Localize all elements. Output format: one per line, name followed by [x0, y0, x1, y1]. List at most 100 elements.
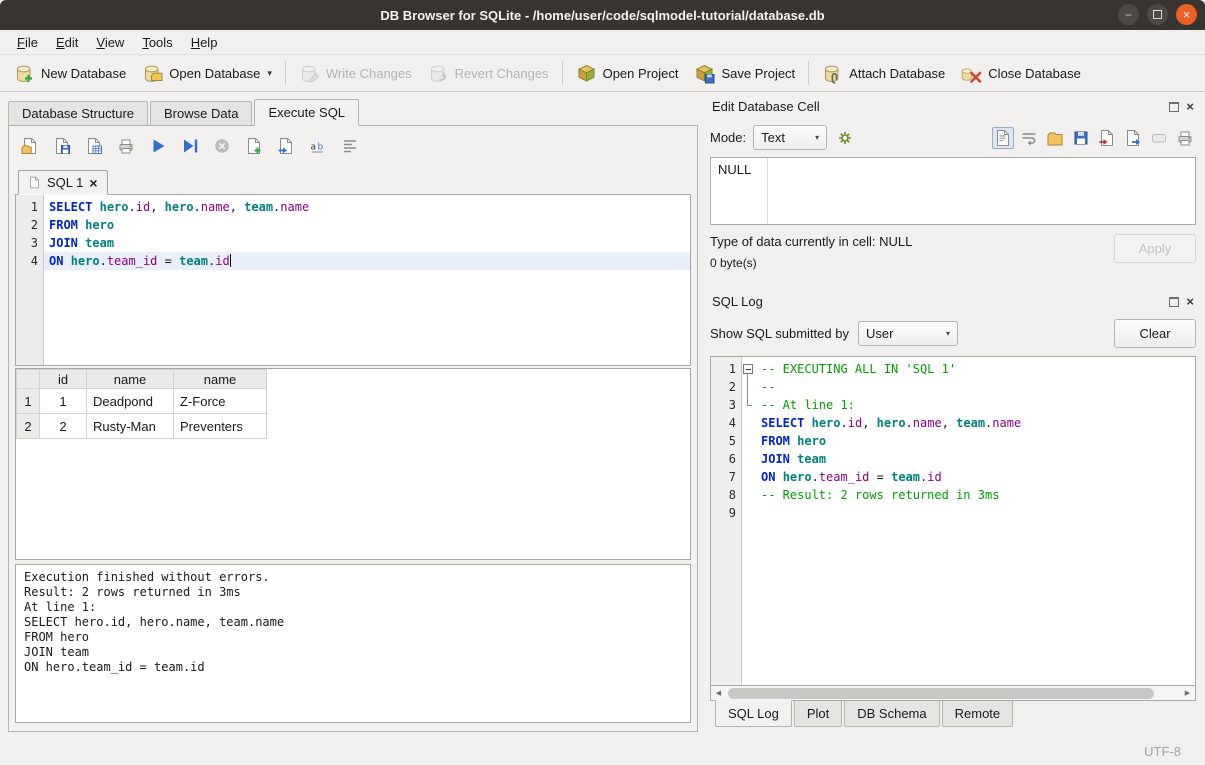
- cell-editor[interactable]: NULL: [710, 157, 1196, 225]
- code-line: 3-- At line 1:: [711, 396, 1195, 414]
- code-line: 2 --: [711, 378, 1195, 396]
- results-cell[interactable]: 2: [40, 414, 87, 439]
- code-line[interactable]: 4ON hero.team_id = team.id: [16, 252, 690, 270]
- line-number: 8: [711, 486, 741, 504]
- clear-log-button[interactable]: Clear: [1114, 319, 1196, 348]
- scroll-right-icon[interactable]: ▶: [1180, 689, 1195, 697]
- mode-select[interactable]: Text ▾: [753, 125, 827, 150]
- bottom-tab-remote[interactable]: Remote: [942, 701, 1014, 727]
- close-dock-icon[interactable]: ×: [1186, 100, 1194, 113]
- row-number[interactable]: 2: [17, 414, 40, 439]
- sql-log-dock-title: SQL Log ×: [710, 290, 1196, 312]
- print-cell-icon[interactable]: [1174, 127, 1196, 149]
- svg-text:a: a: [311, 143, 317, 153]
- close-database-button[interactable]: Close Database: [953, 59, 1089, 88]
- sql-editor[interactable]: 1SELECT hero.id, hero.name, team.name2FR…: [15, 194, 691, 366]
- execute-current-line-icon[interactable]: [179, 135, 201, 157]
- code-line[interactable]: 1SELECT hero.id, hero.name, team.name: [16, 198, 690, 216]
- code-line[interactable]: 2FROM hero: [16, 216, 690, 234]
- open-project-button[interactable]: Open Project: [568, 59, 687, 88]
- auto-switch-mode-icon[interactable]: [834, 127, 856, 149]
- code-line[interactable]: 3JOIN team: [16, 234, 690, 252]
- titlebar: DB Browser for SQLite - /home/user/code/…: [0, 0, 1205, 30]
- attach-database-button[interactable]: Attach Database: [814, 59, 953, 88]
- print-icon[interactable]: [115, 135, 137, 157]
- formatting-icon[interactable]: [339, 135, 361, 157]
- bottom-tab-plot[interactable]: Plot: [794, 701, 842, 727]
- scrollbar-thumb[interactable]: [728, 688, 1154, 699]
- toolbar-button-label: Open Project: [603, 66, 679, 81]
- open-in-new-tab-icon[interactable]: [275, 135, 297, 157]
- scrollbar-track[interactable]: [726, 686, 1180, 700]
- dropdown-arrow-icon[interactable]: ▾: [267, 68, 272, 79]
- save-project-button[interactable]: Save Project: [686, 59, 803, 88]
- menu-help[interactable]: Help: [182, 32, 227, 53]
- word-wrap-icon[interactable]: [1018, 127, 1040, 149]
- toolbar-button-label: Revert Changes: [455, 66, 549, 81]
- menu-edit[interactable]: Edit: [47, 32, 87, 53]
- tab-execute-sql[interactable]: Execute SQL: [254, 99, 359, 126]
- db-revert-icon: [428, 63, 449, 84]
- results-cell[interactable]: 1: [40, 389, 87, 414]
- results-cell[interactable]: Z-Force: [174, 389, 267, 414]
- results-column-header[interactable]: name: [87, 370, 174, 389]
- close-dock-icon[interactable]: ×: [1186, 295, 1194, 308]
- main-tabs: Database StructureBrowse DataExecute SQL: [8, 95, 698, 125]
- row-number[interactable]: 1: [17, 389, 40, 414]
- editcell-icons: [992, 127, 1196, 149]
- code-text: --: [755, 378, 1195, 396]
- bottom-tab-db-schema[interactable]: DB Schema: [844, 701, 939, 727]
- line-number: 2: [16, 216, 43, 234]
- sql-editor-toolbar: ab: [15, 130, 691, 166]
- scroll-left-icon[interactable]: ◀: [711, 689, 726, 697]
- export-data-icon[interactable]: [1122, 127, 1144, 149]
- sql-log-view[interactable]: 1-- EXECUTING ALL IN 'SQL 1'2--3-- At li…: [710, 356, 1196, 686]
- minimize-button[interactable]: −: [1118, 4, 1139, 25]
- submitter-value: User: [866, 326, 893, 341]
- new-sql-tab-icon[interactable]: [243, 135, 265, 157]
- open-sql-file-icon[interactable]: [19, 135, 41, 157]
- bottom-tab-sql-log[interactable]: SQL Log: [715, 700, 792, 727]
- mode-value: Text: [761, 130, 785, 145]
- menu-file[interactable]: File: [8, 32, 47, 53]
- results-cell[interactable]: Rusty-Man: [87, 414, 174, 439]
- toolbar-button-label: Open Database: [169, 66, 260, 81]
- float-dock-icon[interactable]: [1169, 102, 1179, 112]
- db-new-icon: [14, 63, 35, 84]
- open-database-button[interactable]: Open Database ▾: [134, 59, 280, 88]
- execute-all-icon[interactable]: [147, 135, 169, 157]
- save-sql-file-icon[interactable]: [51, 135, 73, 157]
- tab-database-structure[interactable]: Database Structure: [8, 101, 148, 125]
- close-button[interactable]: ×: [1176, 4, 1197, 25]
- export-results-icon[interactable]: [83, 135, 105, 157]
- results-column-header[interactable]: id: [40, 370, 87, 389]
- maximize-button[interactable]: [1147, 4, 1168, 25]
- code-text: JOIN team: [755, 450, 1195, 468]
- sql-tab[interactable]: SQL 1 ×: [18, 170, 108, 195]
- save-file-icon[interactable]: [1070, 127, 1092, 149]
- autocomplete-icon[interactable]: ab: [307, 135, 329, 157]
- close-tab-icon[interactable]: ×: [89, 176, 97, 190]
- text-mode-icon[interactable]: [992, 127, 1014, 149]
- results-header-row: idnamename: [17, 370, 267, 389]
- apply-button: Apply: [1114, 234, 1196, 263]
- results-cell[interactable]: Deadpond: [87, 389, 174, 414]
- menu-tools[interactable]: Tools: [133, 32, 181, 53]
- menu-view[interactable]: View: [87, 32, 133, 53]
- float-dock-icon[interactable]: [1169, 297, 1179, 307]
- line-number: 2: [711, 378, 741, 396]
- tab-browse-data[interactable]: Browse Data: [150, 101, 252, 125]
- line-number: 5: [711, 432, 741, 450]
- results-column-header[interactable]: name: [174, 370, 267, 389]
- cell-value: NULL: [718, 162, 751, 177]
- execution-output[interactable]: Execution finished without errors. Resul…: [15, 564, 691, 723]
- open-file-icon[interactable]: [1044, 127, 1066, 149]
- fold-toggle-icon[interactable]: [741, 360, 755, 378]
- project-save-icon: [694, 63, 715, 84]
- new-database-button[interactable]: New Database: [6, 59, 134, 88]
- horizontal-scrollbar[interactable]: ◀ ▶: [710, 686, 1196, 701]
- submitter-select[interactable]: User ▾: [858, 321, 958, 346]
- results-cell[interactable]: Preventers: [174, 414, 267, 439]
- import-data-icon[interactable]: [1096, 127, 1118, 149]
- cell-info: Type of data currently in cell: NULL 0 b…: [710, 225, 1196, 290]
